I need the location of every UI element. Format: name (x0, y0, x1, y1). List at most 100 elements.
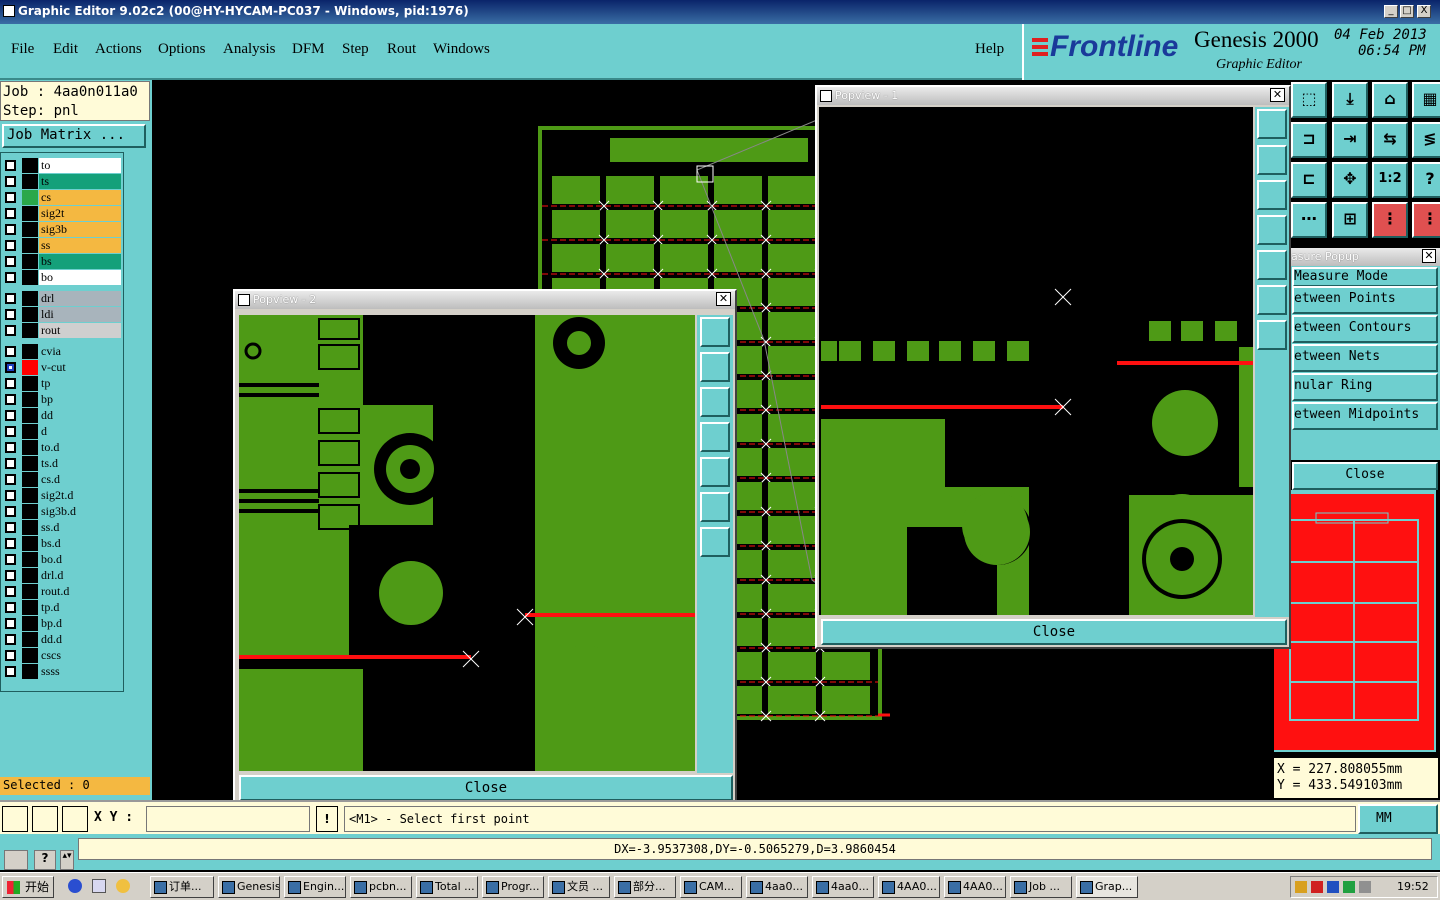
popview-pan-up-icon[interactable] (700, 352, 730, 382)
help-icon[interactable]: ? (34, 850, 56, 870)
menu-step[interactable]: Step (342, 41, 369, 58)
layer-checkbox[interactable] (5, 458, 16, 469)
xy-input[interactable] (146, 806, 310, 832)
window-view-icon[interactable]: ▦ (1412, 82, 1440, 118)
menu-file[interactable]: File (11, 41, 34, 58)
popview-pan-right-icon[interactable] (700, 457, 730, 487)
layer-checkbox[interactable] (5, 208, 16, 219)
layer-row-bp-d[interactable]: bp.d (3, 616, 121, 631)
task-item[interactable]: Progr... (482, 876, 544, 898)
measure-between-nets[interactable]: etween Nets (1292, 344, 1438, 372)
maximize-button[interactable]: □ (1400, 5, 1414, 18)
layer-checkbox[interactable] (5, 634, 16, 645)
measure-close-icon[interactable]: ✕ (1422, 249, 1436, 263)
outlook-icon[interactable] (92, 879, 106, 893)
task-item[interactable]: 4aa0... (812, 876, 874, 898)
task-item[interactable]: 部分... (614, 876, 676, 898)
layer-checkbox[interactable] (5, 378, 16, 389)
layer-checkbox[interactable] (5, 666, 16, 677)
popview-pan-down-icon[interactable] (1257, 180, 1287, 210)
task-item[interactable]: Engin... (284, 876, 346, 898)
tray-icon[interactable] (1359, 881, 1371, 893)
menu-analysis[interactable]: Analysis (223, 41, 276, 58)
layer-row-cs-d[interactable]: cs.d (3, 472, 121, 487)
layer-row-bo[interactable]: bo (3, 270, 121, 285)
ie-icon[interactable] (68, 879, 82, 893)
layer-row-to[interactable]: to (3, 158, 121, 173)
task-item[interactable]: CAM... (680, 876, 742, 898)
move-down-icon[interactable]: ⤓ (1332, 82, 1368, 118)
popview-zoom-icon[interactable] (1257, 109, 1287, 139)
layer-row-sig3b[interactable]: sig3b (3, 222, 121, 237)
job-matrix-button[interactable]: Job Matrix ... (2, 124, 146, 148)
measure-annular-ring[interactable]: nular Ring (1292, 373, 1438, 401)
layer-checkbox[interactable] (5, 554, 16, 565)
popview-center-icon[interactable] (700, 527, 730, 557)
layer-row-bp[interactable]: bp (3, 392, 121, 407)
popview-1-close-button[interactable]: Close (821, 619, 1287, 645)
alert-icon[interactable]: ! (316, 806, 338, 832)
home-view-icon[interactable]: ⌂ (1372, 82, 1408, 118)
layer-row-ssss[interactable]: ssss (3, 664, 121, 679)
measure-between-contours[interactable]: etween Contours (1292, 315, 1438, 343)
layer-checkbox[interactable] (5, 506, 16, 517)
menu-windows[interactable]: Windows (433, 41, 490, 58)
layer-row-cvia[interactable]: cvia (3, 344, 121, 359)
layer-row-dd-d[interactable]: dd.d (3, 632, 121, 647)
layer-checkbox[interactable] (5, 240, 16, 251)
media-icon[interactable] (116, 879, 130, 893)
menu-help[interactable]: Help (975, 41, 1004, 58)
popview-center-icon[interactable] (1257, 320, 1287, 350)
layer-checkbox[interactable] (5, 160, 16, 171)
layer-row-cs[interactable]: cs (3, 190, 121, 205)
start-button[interactable]: 开始 (2, 876, 54, 898)
popview-2-title-bar[interactable]: Popview - 2 ✕ (235, 291, 735, 309)
layer-row-v-cut[interactable]: v-cut (3, 360, 121, 375)
overview-navigator[interactable] (1274, 490, 1436, 752)
layer-row-cscs[interactable]: cscs (3, 648, 121, 663)
grid-icon[interactable]: ⊞ (1332, 202, 1368, 238)
measure-tool-icon[interactable] (32, 806, 58, 832)
minimize-button[interactable]: _ (1384, 5, 1398, 18)
popview-pan-left-icon[interactable] (1257, 215, 1287, 245)
layer-checkbox[interactable] (5, 586, 16, 597)
layer-row-bo-d[interactable]: bo.d (3, 552, 121, 567)
popview-2-close-icon[interactable]: ✕ (716, 292, 731, 306)
tray-icon[interactable] (1311, 881, 1323, 893)
help-icon[interactable]: ? (1412, 162, 1440, 198)
layer-checkbox[interactable] (5, 309, 16, 320)
menu-rout[interactable]: Rout (387, 41, 416, 58)
popview-zoom-icon[interactable] (700, 317, 730, 347)
popview-pan-left-icon[interactable] (700, 422, 730, 452)
popview-pan-up-icon[interactable] (1257, 145, 1287, 175)
popview-fit-icon[interactable] (700, 492, 730, 522)
layer-checkbox[interactable] (5, 192, 16, 203)
layer-row-sig3b-d[interactable]: sig3b.d (3, 504, 121, 519)
keyboard-icon[interactable] (4, 850, 28, 870)
mirror-icon[interactable]: ⇆ (1372, 122, 1408, 158)
tray-icon[interactable] (1327, 881, 1339, 893)
pan-left-icon[interactable]: ⊐ (1291, 122, 1327, 158)
layer-checkbox[interactable] (5, 474, 16, 485)
layer-checkbox[interactable] (5, 410, 16, 421)
task-item[interactable]: Job ... (1010, 876, 1072, 898)
task-item[interactable]: 4AA0... (878, 876, 940, 898)
layer-checkbox[interactable] (5, 346, 16, 357)
task-item[interactable]: 文员 ... (548, 876, 610, 898)
layer-row-tp[interactable]: tp (3, 376, 121, 391)
layer-checkbox[interactable] (5, 618, 16, 629)
measure-title-bar[interactable]: asure Popup ✕ (1290, 248, 1440, 266)
scale-one-to-two-icon[interactable]: 1:2 (1372, 162, 1408, 198)
task-item[interactable]: 4aa0... (746, 876, 808, 898)
layer-checkbox[interactable] (5, 224, 16, 235)
task-item-active[interactable]: Grap... (1076, 876, 1138, 898)
measure-between-points[interactable]: etween Points (1292, 286, 1438, 314)
layer-row-rout[interactable]: rout (3, 323, 121, 338)
layer-row-ss[interactable]: ss (3, 238, 121, 253)
layer-row-dd[interactable]: dd (3, 408, 121, 423)
popview-pan-down-icon[interactable] (700, 387, 730, 417)
tray-icon[interactable] (1295, 881, 1307, 893)
layer-row-rout-d[interactable]: rout.d (3, 584, 121, 599)
tray-icon[interactable] (1343, 881, 1355, 893)
layer-row-ldi[interactable]: ldi (3, 307, 121, 322)
